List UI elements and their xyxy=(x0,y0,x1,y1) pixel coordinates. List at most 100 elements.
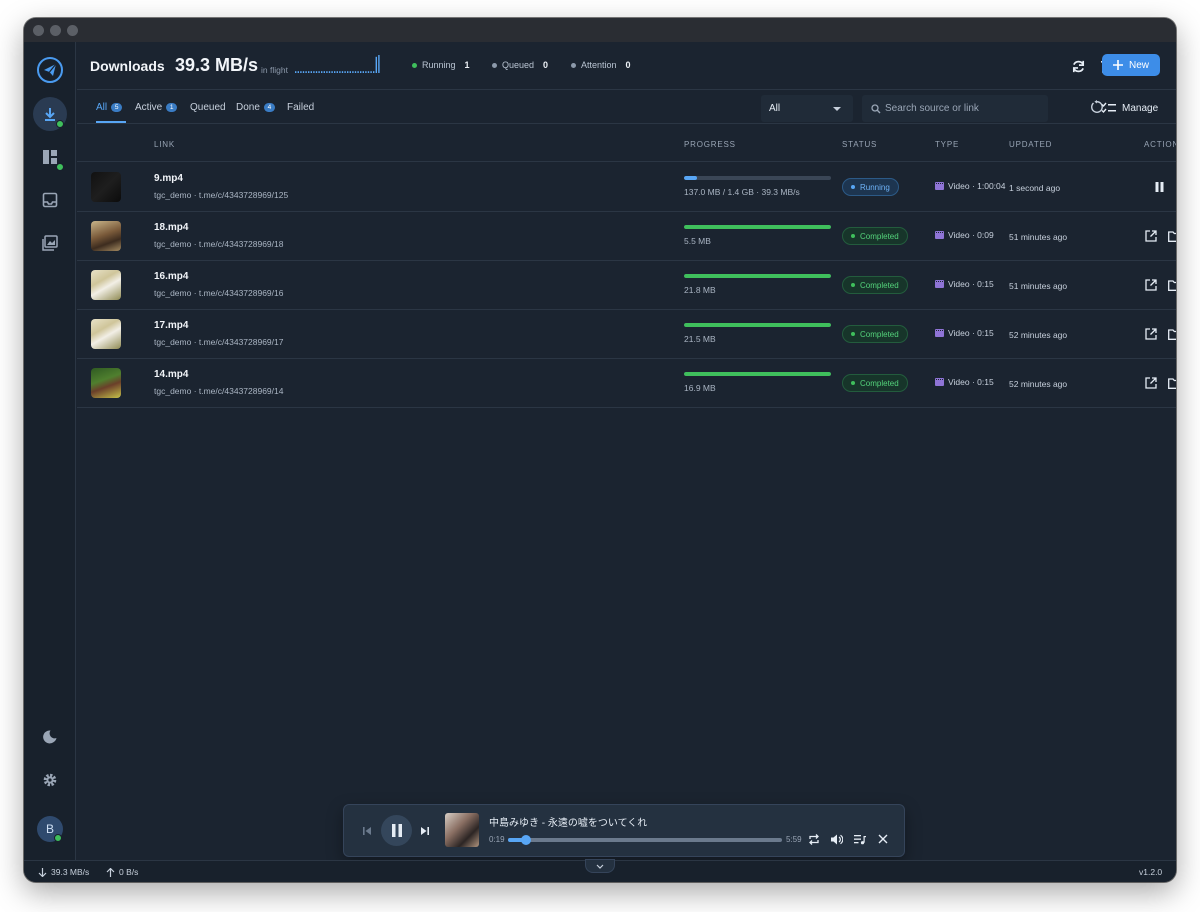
title-bar xyxy=(24,18,1176,42)
open-file-button[interactable] xyxy=(1143,326,1159,342)
moon-icon xyxy=(43,730,57,744)
stat-label: Queued xyxy=(502,60,535,70)
sparkline-bar xyxy=(315,71,318,73)
sparkline-bar xyxy=(347,71,349,73)
page-title: Downloads xyxy=(90,58,165,74)
tab-label: Queued xyxy=(190,102,226,113)
sidebar-item-downloads[interactable] xyxy=(33,97,67,131)
stat-label: Attention xyxy=(581,60,617,70)
show-in-folder-button[interactable] xyxy=(1166,277,1176,293)
table-row[interactable]: 14.mp4 tgc_demo · t.me/c/4343728969/14 16.… xyxy=(77,359,1176,408)
close-player-button[interactable] xyxy=(876,832,890,846)
sparkline-bar xyxy=(360,71,362,73)
tab-count-badge: 4 xyxy=(263,103,275,112)
show-in-folder-button[interactable] xyxy=(1166,326,1176,342)
stat-dot xyxy=(492,62,497,68)
collapse-player-button[interactable] xyxy=(585,859,615,873)
file-name: 18.mp4 xyxy=(154,222,189,233)
sidebar-item-gallery[interactable] xyxy=(33,226,67,260)
settings-button[interactable] xyxy=(33,763,67,797)
table-row[interactable]: 18.mp4 tgc_demo · t.me/c/4343728969/18 5.5… xyxy=(77,212,1176,261)
volume-button[interactable] xyxy=(830,832,844,846)
search-input[interactable] xyxy=(885,101,1035,116)
main-panel: Downloads 39.3 MB/s in flight Running 1 Qu… xyxy=(77,42,1176,860)
pause-download-button[interactable] xyxy=(1151,179,1167,195)
sparkline-bar xyxy=(352,71,354,73)
filter-bar: All5 Active1 Queued Done4 Failed All Manage xyxy=(77,90,1176,124)
table-row[interactable]: 9.mp4 tgc_demo · t.me/c/4343728969/125 137… xyxy=(77,163,1176,212)
sparkline-bar xyxy=(300,71,302,73)
tab-done[interactable]: Done 4 xyxy=(236,102,275,113)
stat-0: Running 1 xyxy=(412,60,470,70)
sparkline-bar xyxy=(378,55,380,73)
file-source: tgc_demo · t.me/c/4343728969/14 xyxy=(154,386,284,396)
sparkline-bar xyxy=(328,71,331,73)
show-in-folder-button[interactable] xyxy=(1166,228,1176,244)
file-type: Video · 0:15 xyxy=(935,328,994,338)
stat-dot xyxy=(412,62,417,68)
tab-queued[interactable]: Queued xyxy=(190,102,226,113)
minimize-window-button[interactable] xyxy=(50,25,61,36)
playlist-button[interactable] xyxy=(853,832,867,846)
sparkline-bar xyxy=(354,71,357,73)
status-label: Running xyxy=(860,182,890,192)
open-file-button[interactable] xyxy=(1143,228,1159,244)
active-tab-underline xyxy=(96,121,126,123)
zoom-window-button[interactable] xyxy=(67,25,78,36)
open-file-button[interactable] xyxy=(1143,277,1159,293)
tab-active[interactable]: Active 1 xyxy=(135,102,178,113)
tab-failed[interactable]: Failed xyxy=(287,102,314,113)
new-download-button[interactable]: New xyxy=(1102,54,1160,76)
tab-all[interactable]: All 5 xyxy=(96,102,123,113)
gear-icon xyxy=(43,773,57,787)
account-avatar[interactable]: B xyxy=(33,812,67,846)
table-row[interactable]: 17.mp4 tgc_demo · t.me/c/4343728969/17 21.… xyxy=(77,310,1176,359)
sparkline-bar xyxy=(344,71,346,73)
folder-icon xyxy=(1167,377,1176,389)
video-icon xyxy=(935,378,944,386)
sparkline-bar xyxy=(334,71,336,73)
open-external-icon xyxy=(1145,230,1157,242)
close-window-button[interactable] xyxy=(33,25,44,36)
status-badge: Completed xyxy=(842,227,908,245)
status-label: Completed xyxy=(860,231,899,241)
video-icon xyxy=(935,182,944,190)
table-header: LINK PROGRESS STATUS TYPE UPDATED ACTION… xyxy=(77,125,1176,162)
progress-bar-fill xyxy=(684,225,831,229)
video-thumbnail xyxy=(91,368,121,398)
manage-button[interactable]: Manage xyxy=(1101,102,1158,114)
column-header-actions: ACTIONS xyxy=(1144,140,1176,149)
status-bar: 39.3 MB/s 0 B/s v1.2.0 xyxy=(24,859,1176,882)
progress-text: 16.9 MB xyxy=(684,383,716,393)
progress-bar-fill xyxy=(684,274,831,278)
sparkline-bar xyxy=(318,71,320,73)
tab-label: Active xyxy=(135,102,163,113)
theme-toggle-button[interactable] xyxy=(33,720,67,754)
status-label: Completed xyxy=(860,329,899,339)
status-dot xyxy=(851,381,855,385)
play-pause-button[interactable] xyxy=(381,815,412,846)
type-label: Video · 0:09 xyxy=(948,230,994,240)
refresh-button[interactable] xyxy=(1068,56,1088,76)
table-row[interactable]: 16.mp4 tgc_demo · t.me/c/4343728969/16 21.… xyxy=(77,261,1176,310)
sidebar-item-inbox[interactable] xyxy=(33,183,67,217)
column-header-type: TYPE xyxy=(935,140,960,149)
volume-icon xyxy=(831,834,843,844)
updated-time: 51 minutes ago xyxy=(1009,281,1068,291)
show-in-folder-button[interactable] xyxy=(1166,375,1176,391)
seek-bar[interactable] xyxy=(508,835,782,845)
progress-bar-fill xyxy=(684,323,831,327)
sparkline-bar xyxy=(302,71,305,73)
folder-icon xyxy=(1167,230,1176,242)
stat-2: Attention 0 xyxy=(571,60,631,70)
previous-track-button[interactable] xyxy=(360,824,374,838)
seek-knob[interactable] xyxy=(520,835,531,845)
sidebar-item-dashboard[interactable] xyxy=(33,140,67,174)
status-filter-select[interactable]: All xyxy=(761,95,853,122)
progress-bar xyxy=(684,323,831,327)
next-track-button[interactable] xyxy=(418,824,432,838)
video-thumbnail xyxy=(91,172,121,202)
repeat-button[interactable] xyxy=(807,832,821,846)
open-file-button[interactable] xyxy=(1143,375,1159,391)
video-icon xyxy=(935,231,944,239)
